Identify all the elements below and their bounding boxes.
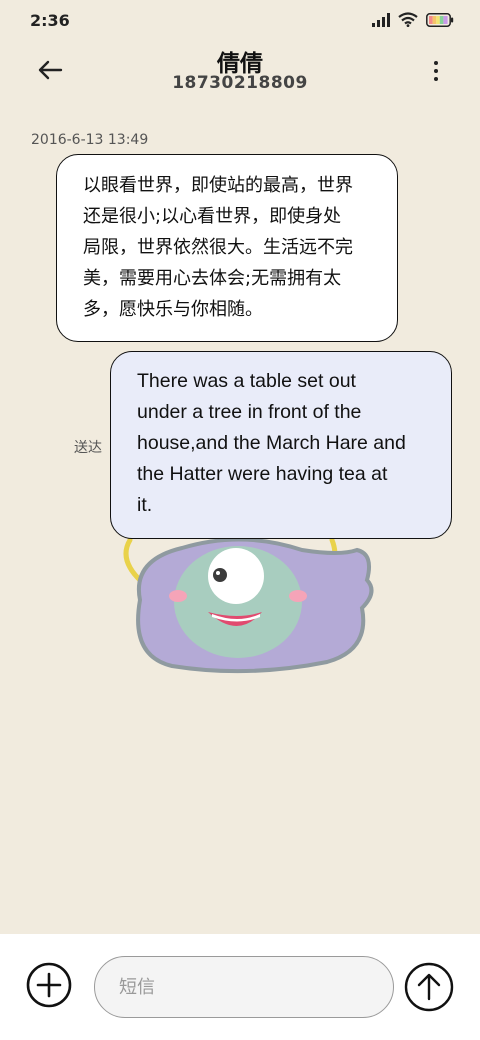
message-line: house,and the March Hare and [137, 432, 406, 454]
status-icons [372, 12, 454, 27]
message-line: the Hatter were having tea at [137, 463, 388, 485]
wifi-icon [398, 12, 418, 27]
status-bar: 2:36 [0, 0, 480, 40]
message-line: it. [137, 494, 153, 516]
message-input[interactable] [94, 956, 394, 1018]
compose-bar [0, 934, 480, 1040]
status-time: 2:36 [30, 11, 70, 30]
message-line: 局限，世界依然很大。生活远不完 [83, 237, 353, 258]
message-line: 多，愿快乐与你相随。 [83, 299, 263, 320]
message-line: under a tree in front of the [137, 401, 362, 423]
battery-icon [426, 12, 454, 27]
conversation-header: 倩倩 18730218809 [0, 40, 480, 100]
message-line: There was a table set out [137, 370, 356, 392]
contact-number: 18730218809 [172, 73, 308, 93]
outgoing-message-bubble[interactable]: There was a table set out under a tree i… [110, 351, 452, 539]
message-line: 以眼看世界，即使站的最高，世界 [83, 175, 353, 196]
send-button[interactable] [404, 962, 454, 1012]
add-attachment-button[interactable] [26, 962, 72, 1008]
signal-icon [372, 12, 390, 27]
message-line: 还是很小;以心看世界，即使身处 [83, 206, 342, 227]
monster-sticker-illustration [123, 537, 374, 674]
message-timestamp: 2016-6-13 13:49 [31, 132, 149, 148]
message-line: 美，需要用心去体会;无需拥有太 [83, 268, 342, 289]
more-vertical-icon [434, 61, 438, 65]
more-options-button[interactable] [428, 56, 444, 86]
plus-circle-icon [26, 962, 72, 1008]
send-arrow-up-icon [404, 962, 454, 1012]
delivery-status: 送达 [74, 440, 102, 456]
incoming-message-bubble[interactable]: 以眼看世界，即使站的最高，世界 还是很小;以心看世界，即使身处 局限，世界依然很… [56, 154, 398, 342]
